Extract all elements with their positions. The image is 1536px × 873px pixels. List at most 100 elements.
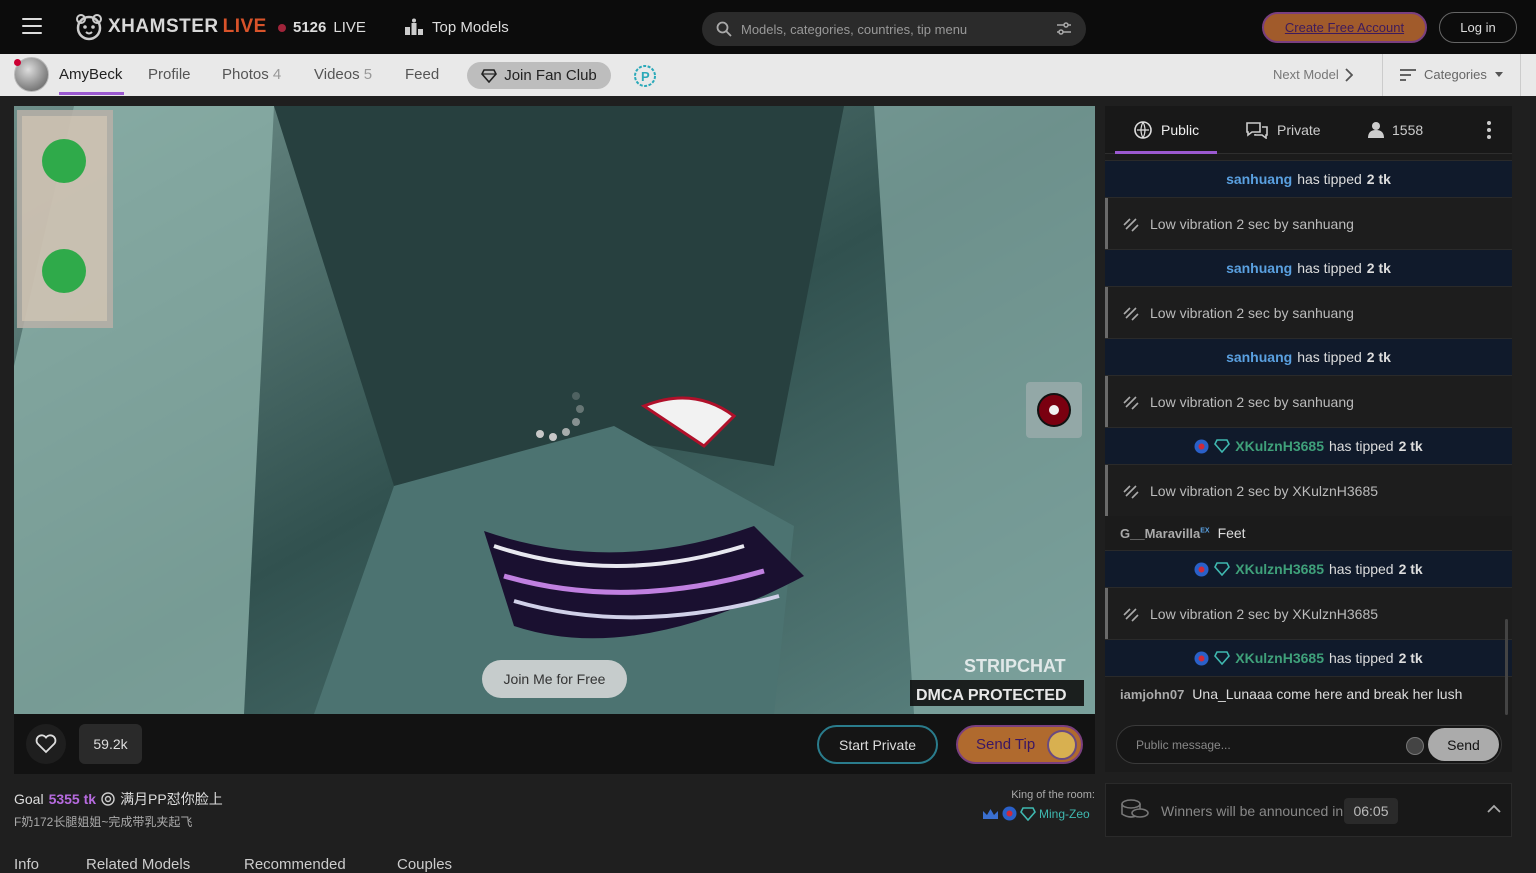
chat-vibration-message: Low vibration 2 sec by XKulznH3685: [1105, 465, 1512, 516]
tipper-name[interactable]: XKulznH3685: [1235, 561, 1324, 577]
diamond-icon: [1214, 562, 1231, 576]
top-models-link[interactable]: Top Models: [404, 18, 509, 36]
logo-text: XHAMSTER: [108, 16, 219, 37]
create-account-button[interactable]: Create Free Account: [1262, 12, 1427, 43]
coins-icon: [1121, 799, 1149, 818]
chat-messages: sanhuang has tipped 2 tk Low vibration 2 s…: [1105, 160, 1512, 711]
live-counter[interactable]: 5126 LIVE: [278, 19, 366, 36]
tab-private-chat[interactable]: Private: [1245, 121, 1321, 139]
tab-profile[interactable]: Profile: [148, 66, 191, 83]
tip-text: has tipped: [1297, 260, 1362, 276]
tab-videos-label: Videos: [314, 66, 360, 83]
start-private-button[interactable]: Start Private: [817, 725, 938, 764]
tip-text: has tipped: [1328, 650, 1394, 666]
chat-username[interactable]: iamjohn07: [1120, 687, 1184, 702]
podium-icon: [405, 18, 423, 35]
viewers-count: 1558: [1392, 121, 1424, 138]
sort-icon: [1400, 68, 1416, 81]
tip-amount: 2 tk: [1366, 260, 1391, 276]
videos-count: 5: [363, 66, 373, 83]
king-name: Ming-Zeo: [1039, 806, 1090, 821]
chat-tip-message: sanhuang has tipped 2 tk: [1105, 160, 1512, 198]
chat-scrollbar[interactable]: [1505, 619, 1508, 715]
tipper-name[interactable]: XKulznH3685: [1235, 650, 1324, 666]
tipper-name[interactable]: sanhuang: [1226, 171, 1292, 187]
emoji-icon[interactable]: [1406, 737, 1424, 755]
tip-text: has tipped: [1297, 171, 1362, 187]
tipper-name[interactable]: sanhuang: [1226, 260, 1292, 276]
goal-subtitle: F奶172长腿姐姐~完成带乳夹起飞: [14, 815, 193, 829]
tip-coin-icon: [1047, 730, 1077, 760]
tab-photos[interactable]: Photos 4: [222, 66, 281, 83]
chat-message-text: Una_Lunaaa come here and break her lush: [1192, 686, 1463, 702]
tab-public-chat[interactable]: Public: [1133, 121, 1199, 139]
viewers-tab[interactable]: 1558: [1368, 121, 1423, 138]
vibration-icon: [1123, 484, 1139, 499]
rank-badge-icon: [1002, 806, 1017, 821]
diamond-icon: [1214, 439, 1231, 453]
hamster-logo-icon: [76, 14, 102, 41]
search-input[interactable]: [741, 21, 1047, 37]
tab-info[interactable]: Info: [14, 856, 39, 873]
tipper-name[interactable]: XKulznH3685: [1235, 438, 1324, 454]
king-label: King of the room:: [1011, 789, 1095, 801]
login-button[interactable]: Log in: [1439, 12, 1517, 43]
join-free-button[interactable]: Join Me for Free: [482, 660, 627, 698]
diamond-icon: [1020, 806, 1036, 821]
chat-username[interactable]: G__MaravillaEX: [1120, 526, 1210, 541]
rank-badge-icon: [1194, 562, 1209, 576]
filter-icon[interactable]: [1056, 21, 1072, 37]
winners-timer: 06:05: [1344, 798, 1398, 824]
categories-label: Categories: [1424, 67, 1487, 82]
goal-amount: 5355 tk: [48, 791, 97, 807]
site-logo[interactable]: XHAMSTER LIVE: [74, 12, 267, 42]
user-badge: EX: [1200, 527, 1210, 535]
chat-vibration-message: Low vibration 2 sec by sanhuang: [1105, 287, 1512, 338]
tab-related-models[interactable]: Related Models: [86, 856, 190, 873]
tip-text: has tipped: [1328, 561, 1394, 577]
search-bar[interactable]: [702, 12, 1086, 46]
divider: [1520, 54, 1521, 96]
menu-icon[interactable]: [22, 18, 42, 34]
logo-text-live: LIVE: [222, 16, 267, 37]
private-tab-label: Private: [1277, 122, 1321, 138]
more-options-icon[interactable]: [1486, 121, 1492, 139]
favorite-button[interactable]: [26, 724, 66, 764]
tab-videos[interactable]: Videos 5: [314, 66, 372, 83]
video-frame-image: STRIPCHAT DMCA PROTECTED: [14, 106, 1095, 714]
tip-amount: 2 tk: [1366, 171, 1391, 187]
king-of-room[interactable]: Ming-Zeo: [982, 806, 1090, 821]
next-model-label: Next Model: [1273, 67, 1339, 82]
tab-recommended[interactable]: Recommended: [244, 856, 346, 873]
fan-club-label: Join Fan Club: [504, 67, 597, 84]
join-fan-club-button[interactable]: Join Fan Club: [467, 62, 611, 89]
next-model-button[interactable]: Next Model: [1273, 67, 1353, 82]
categories-dropdown[interactable]: Categories: [1400, 67, 1503, 82]
top-models-label: Top Models: [432, 18, 509, 36]
vibration-icon: [1123, 217, 1139, 232]
top-bar: XHAMSTERLIVE 5126 LIVE Top Models Create…: [0, 0, 1536, 54]
tab-model-name[interactable]: AmyBeck: [59, 66, 122, 83]
tab-feed[interactable]: Feed: [405, 66, 439, 83]
vibration-icon: [1123, 306, 1139, 321]
vibration-text: Low vibration 2 sec by sanhuang: [1150, 393, 1354, 410]
video-player[interactable]: STRIPCHAT DMCA PROTECTED: [14, 106, 1095, 714]
vibration-text: Low vibration 2 sec by sanhuang: [1150, 215, 1354, 232]
send-message-button[interactable]: Send: [1428, 728, 1499, 761]
tip-text: has tipped: [1297, 349, 1362, 365]
live-count: 5126: [293, 19, 327, 36]
chat-vibration-message: Low vibration 2 sec by sanhuang: [1105, 198, 1512, 249]
caret-down-icon: [1494, 72, 1503, 77]
send-tip-button[interactable]: Send Tip: [956, 725, 1083, 764]
active-chat-tab-indicator: [1115, 151, 1217, 154]
goal-label: Goal: [14, 791, 44, 807]
chat-tip-message: sanhuang has tipped 2 tk: [1105, 249, 1512, 287]
model-subnav: AmyBeck Profile Photos 4 Videos 5 Feed J…: [0, 54, 1536, 96]
p-badge-icon[interactable]: P: [633, 64, 657, 88]
chat-user-message: iamjohn07 Una_Lunaaa come here and break …: [1105, 677, 1512, 711]
tab-couples[interactable]: Couples: [397, 856, 452, 873]
chevron-up-icon[interactable]: [1487, 804, 1501, 813]
vibration-text: Low vibration 2 sec by XKulznH3685: [1150, 482, 1379, 499]
tipper-name[interactable]: sanhuang: [1226, 349, 1292, 365]
rank-badge-icon: [1194, 439, 1209, 453]
